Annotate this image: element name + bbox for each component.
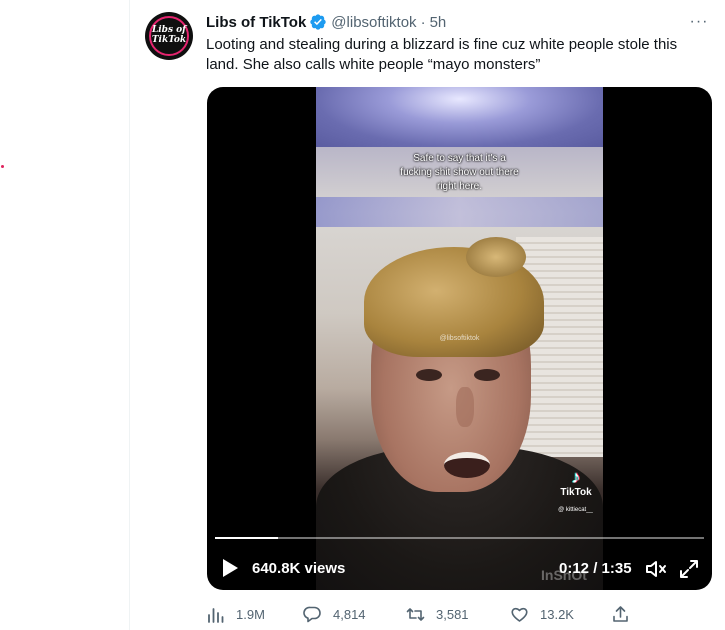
avatar-logo-text: Libs of TikTok	[145, 25, 193, 45]
author-name[interactable]: Libs of TikTok	[206, 14, 306, 31]
tweet-header: Libs of TikTok @libsoftiktok · 5h	[206, 12, 446, 32]
tiktok-note-icon: ♪	[571, 467, 581, 487]
like-count: 13.2K	[540, 606, 574, 622]
video-wall-light	[316, 197, 603, 227]
tiktok-watermark-user: @ kittiecat__	[558, 507, 593, 513]
avatar-text-line-2: TikTok	[151, 35, 187, 45]
video-ceiling-lights	[316, 87, 603, 147]
video-progress-bar[interactable]	[215, 537, 704, 539]
retweet-icon	[406, 607, 425, 621]
more-options-icon[interactable]: ···	[687, 10, 711, 34]
play-icon[interactable]	[221, 558, 239, 578]
tweet-text: Looting and stealing during a blizzard i…	[206, 36, 678, 73]
tiktok-watermark: ♪ TikTok	[556, 467, 596, 498]
video-person-mouth	[444, 452, 490, 478]
video-person-eye-right	[474, 369, 500, 381]
fullscreen-icon[interactable]	[678, 558, 700, 580]
views-count: 1.9M	[236, 606, 265, 622]
avatar[interactable]: Libs of TikTok	[145, 12, 193, 60]
mute-icon[interactable]	[644, 558, 668, 580]
video-caption-overlay: Safe to say that it's a fucking shit sho…	[316, 152, 603, 194]
like-action[interactable]: 13.2K	[510, 603, 574, 625]
reply-action[interactable]: 4,814	[303, 603, 366, 625]
views-action[interactable]: 1.9M	[206, 603, 265, 625]
analytics-icon	[208, 607, 224, 623]
header-separator: ·	[420, 13, 426, 31]
retweet-count: 3,581	[436, 606, 469, 622]
left-sidebar	[0, 0, 130, 630]
video-view-count: 640.8K views	[252, 560, 346, 577]
video-person-nose	[456, 387, 474, 427]
video-caption-line-1: Safe to say that it's a	[413, 153, 506, 164]
reply-count: 4,814	[333, 606, 366, 622]
tweet-actions: 1.9M 4,814 3,581 13.2K	[206, 603, 716, 625]
verified-badge-icon	[309, 13, 327, 31]
avatar-text-line-1: Libs of	[151, 25, 187, 35]
share-icon	[613, 605, 628, 622]
retweet-action[interactable]: 3,581	[406, 603, 469, 625]
author-handle[interactable]: @libsoftiktok	[331, 14, 416, 31]
video-progress-fill	[215, 537, 278, 539]
video-center-watermark: @libsoftiktok	[439, 335, 480, 342]
video-caption-line-2: fucking shit show out there	[400, 167, 519, 178]
heart-icon	[511, 607, 528, 622]
video-headwrap-knot	[466, 237, 526, 277]
reply-icon	[303, 606, 321, 622]
video-caption-line-3: right here.	[436, 181, 483, 192]
video-controls: 640.8K views 0:12 / 1:35	[207, 549, 712, 589]
tweet-timestamp[interactable]: 5h	[430, 14, 447, 31]
video-duration: 0:12 / 1:35	[559, 560, 632, 577]
video-person-eye-left	[416, 369, 442, 381]
notification-dot	[1, 165, 4, 168]
video-player[interactable]: Safe to say that it's a fucking shit sho…	[207, 87, 712, 590]
tiktok-watermark-label: TikTok	[560, 487, 592, 498]
video-frame: Safe to say that it's a fucking shit sho…	[316, 87, 603, 590]
tweet[interactable]: Libs of TikTok Libs of TikTok @libsoftik…	[130, 0, 725, 630]
share-action[interactable]	[611, 603, 641, 625]
